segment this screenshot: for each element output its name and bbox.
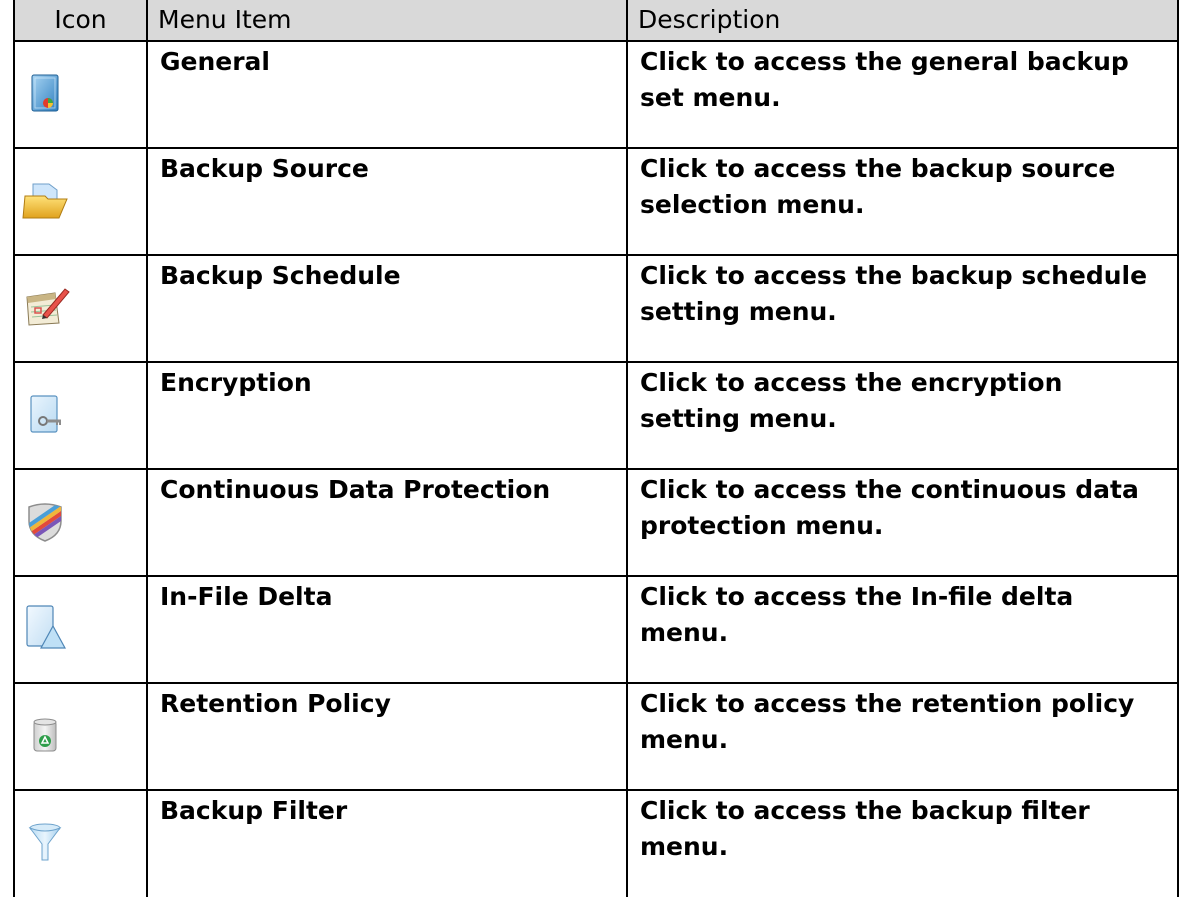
menu-item-label: Continuous Data Protection <box>146 468 628 576</box>
menu-item-description: Click to access the general backup set m… <box>626 40 1179 148</box>
menu-item-label: Backup Schedule <box>146 254 628 362</box>
icon-cell <box>13 789 148 897</box>
menu-item-label: In-File Delta <box>146 575 628 683</box>
icon-cell <box>13 147 148 255</box>
icon-cell <box>13 361 148 469</box>
menu-item-description: Click to access the backup schedule sett… <box>626 254 1179 362</box>
folder-icon <box>15 170 75 230</box>
table-header-row: Icon Menu Item Description <box>13 0 1179 41</box>
icon-cell <box>13 575 148 683</box>
general-icon <box>15 63 75 123</box>
recycle-bin-icon <box>15 705 75 765</box>
menu-item-description: Click to access the backup source select… <box>626 147 1179 255</box>
header-menu-item: Menu Item <box>146 0 628 41</box>
table-row: General Click to access the general back… <box>13 40 1179 148</box>
menu-item-label: Encryption <box>146 361 628 469</box>
menu-item-description: Click to access the encryption setting m… <box>626 361 1179 469</box>
filter-funnel-icon <box>15 812 75 872</box>
table-row: Backup Schedule Click to access the back… <box>13 254 1179 362</box>
shield-icon <box>15 491 75 551</box>
table-row: In-File Delta Click to access the In-fil… <box>13 575 1179 683</box>
menu-item-label: General <box>146 40 628 148</box>
table-row: Retention Policy Click to access the ret… <box>13 682 1179 790</box>
menu-items-table: Icon Menu Item Description General Click… <box>13 0 1179 897</box>
table-row: Backup Filter Click to access the backup… <box>13 789 1179 897</box>
icon-cell <box>13 40 148 148</box>
menu-item-description: Click to access the continuous data prot… <box>626 468 1179 576</box>
icon-cell <box>13 682 148 790</box>
table-row: Backup Source Click to access the backup… <box>13 147 1179 255</box>
menu-item-label: Backup Source <box>146 147 628 255</box>
table-row: Encryption Click to access the encryptio… <box>13 361 1179 469</box>
delta-icon <box>15 598 75 658</box>
menu-item-description: Click to access the In-file delta menu. <box>626 575 1179 683</box>
schedule-icon <box>15 277 75 337</box>
header-description: Description <box>626 0 1179 41</box>
menu-item-label: Retention Policy <box>146 682 628 790</box>
menu-item-description: Click to access the retention policy men… <box>626 682 1179 790</box>
encryption-key-icon <box>15 384 75 444</box>
icon-cell <box>13 468 148 576</box>
icon-cell <box>13 254 148 362</box>
header-icon: Icon <box>13 0 148 41</box>
menu-item-description: Click to access the backup filter menu. <box>626 789 1179 897</box>
menu-item-label: Backup Filter <box>146 789 628 897</box>
table-row: Continuous Data Protection Click to acce… <box>13 468 1179 576</box>
